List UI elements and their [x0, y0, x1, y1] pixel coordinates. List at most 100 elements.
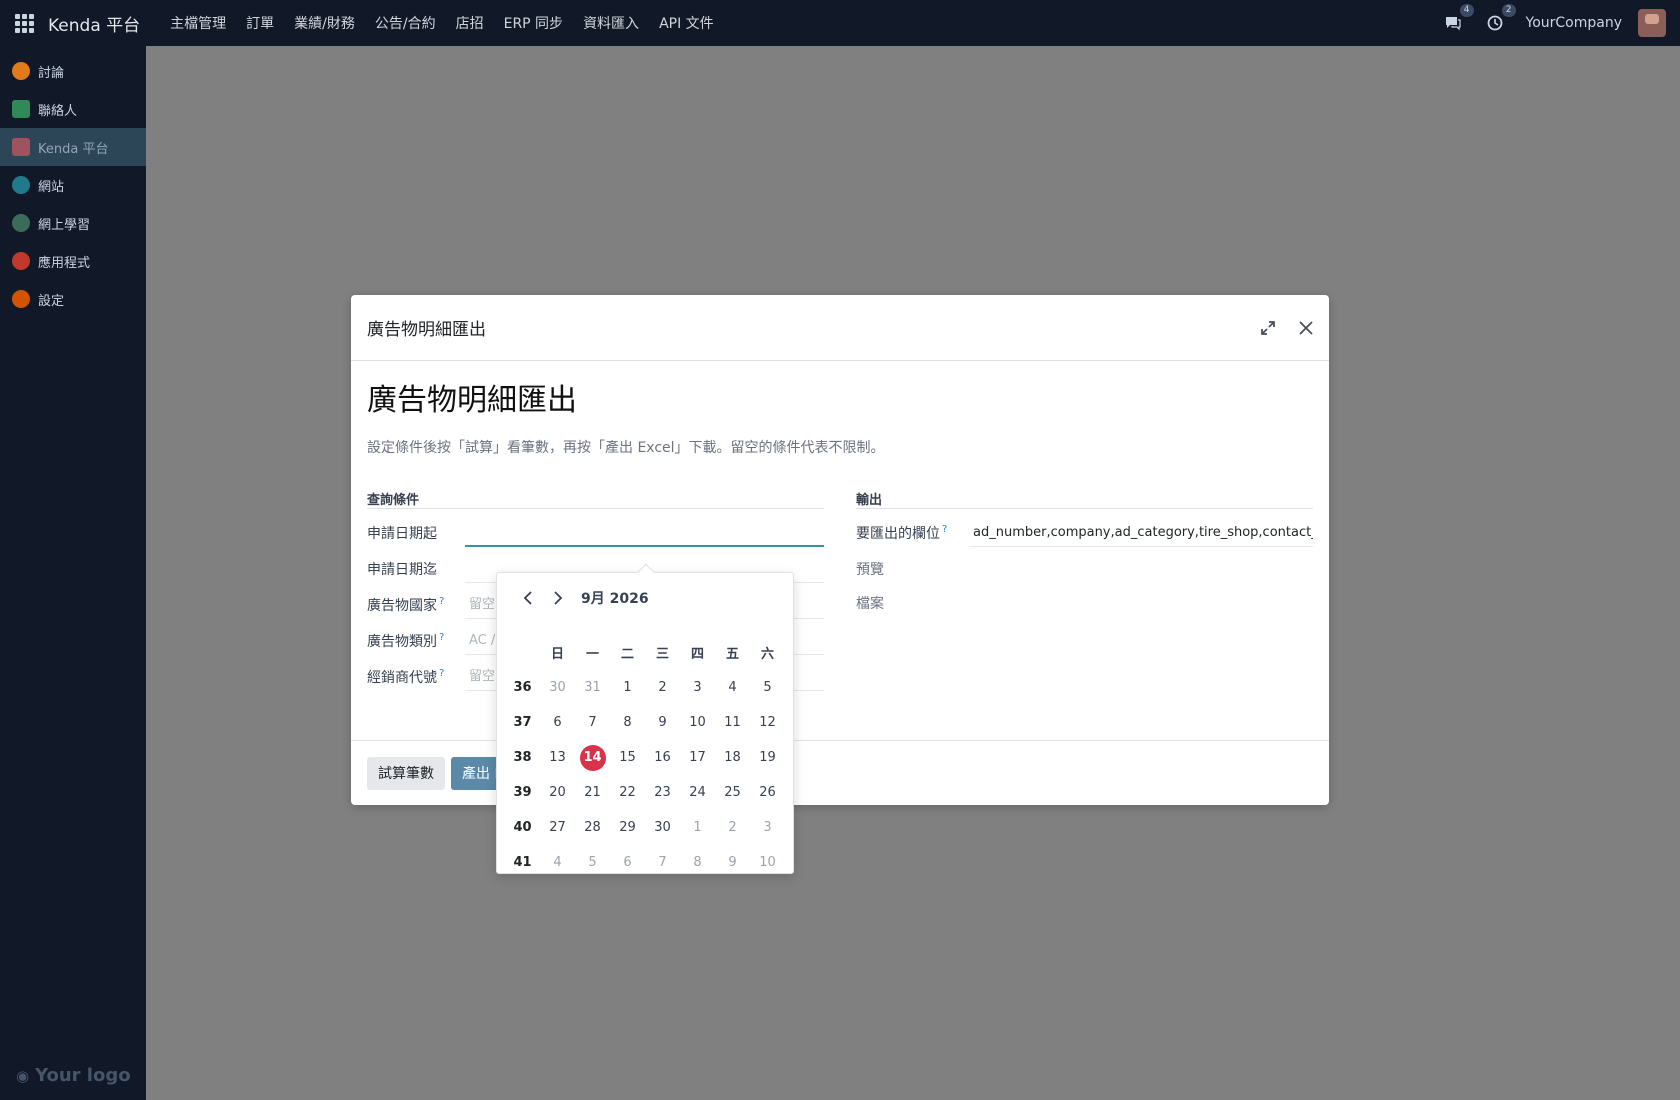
sidebar-item-contacts[interactable]: 聯絡人 — [0, 90, 146, 128]
calendar-day[interactable]: 9 — [645, 715, 680, 730]
output-group: 輸出 要匯出的欄位? ad_number,company,ad_category… — [856, 489, 1313, 612]
menu-item-data-import[interactable]: 資料匯入 — [573, 13, 649, 33]
close-icon[interactable] — [1295, 317, 1317, 339]
calendar-day[interactable]: 7 — [645, 855, 680, 870]
dialog-header: 廣告物明細匯出 — [351, 295, 1329, 361]
messages-count-badge: 4 — [1459, 4, 1474, 17]
calendar-day[interactable]: 30 — [540, 680, 575, 695]
messages-icon[interactable]: 4 — [1442, 4, 1474, 34]
menu-item-signboard[interactable]: 店招 — [446, 13, 494, 33]
calendar-day[interactable]: 13 — [540, 750, 575, 765]
calendar-day[interactable]: 4 — [540, 855, 575, 870]
week-number: 38 — [513, 750, 532, 765]
calendar-day[interactable]: 4 — [715, 680, 750, 695]
calendar-day[interactable]: 21 — [575, 785, 610, 800]
month-year-label[interactable]: 9月 2026 — [581, 588, 649, 608]
sidebar-item-elearning[interactable]: 網上學習 — [0, 204, 146, 242]
group-title: 輸出 — [856, 489, 1313, 509]
calendar-day[interactable]: 10 — [750, 855, 785, 870]
calendar-day[interactable]: 27 — [540, 820, 575, 835]
calendar-day[interactable]: 19 — [750, 750, 785, 765]
sidebar-item-apps[interactable]: 應用程式 — [0, 242, 146, 280]
day-number: 28 — [584, 820, 601, 835]
menu-item-api-docs[interactable]: API 文件 — [649, 13, 724, 33]
sidebar-item-website[interactable]: 網站 — [0, 166, 146, 204]
calendar-day[interactable]: 6 — [610, 855, 645, 870]
day-number: 21 — [584, 785, 601, 800]
day-number: 16 — [654, 750, 671, 765]
calendar-week-row: 39 20 21 22 23 24 25 26 — [505, 775, 785, 810]
help-tooltip-icon[interactable]: ? — [942, 524, 947, 535]
calendar-day[interactable]: 3 — [750, 820, 785, 835]
menu-item-announcements[interactable]: 公告/合約 — [365, 13, 446, 33]
calendar-day[interactable]: 28 — [575, 820, 610, 835]
menu-item-orders[interactable]: 訂單 — [236, 13, 284, 33]
activity-icon[interactable]: 2 — [1484, 4, 1516, 34]
calendar-day[interactable]: 25 — [715, 785, 750, 800]
calendar-day[interactable]: 8 — [680, 855, 715, 870]
calendar-day[interactable]: 16 — [645, 750, 680, 765]
calendar-day[interactable]: 3 — [680, 680, 715, 695]
calendar-day[interactable]: 2 — [715, 820, 750, 835]
calendar-day[interactable]: 7 — [575, 715, 610, 730]
apps-menu-icon[interactable] — [0, 0, 48, 46]
brand-title[interactable]: Kenda 平台 — [48, 11, 140, 36]
day-number: 2 — [728, 820, 737, 835]
day-number: 27 — [549, 820, 566, 835]
export-fields-input[interactable]: ad_number,company,ad_category,tire_shop,… — [969, 519, 1313, 547]
day-number: 5 — [763, 680, 772, 695]
help-tooltip-icon[interactable]: ? — [439, 596, 444, 607]
calendar-day[interactable]: 20 — [540, 785, 575, 800]
calendar-day[interactable]: 23 — [645, 785, 680, 800]
sidebar-item-discuss[interactable]: 討論 — [0, 52, 146, 90]
calendar-day[interactable]: 30 — [645, 820, 680, 835]
calendar-day[interactable]: 8 — [610, 715, 645, 730]
calendar-day[interactable]: 2 — [645, 680, 680, 695]
calendar-day[interactable]: 1 — [610, 680, 645, 695]
menu-item-master-data[interactable]: 主檔管理 — [160, 13, 236, 33]
calendar-day-today[interactable]: 14 — [575, 744, 610, 771]
day-number: 20 — [549, 785, 566, 800]
top-navbar: Kenda 平台 主檔管理 訂單 業績/財務 公告/合約 店招 ERP 同步 資… — [0, 0, 1680, 46]
calendar-day[interactable]: 15 — [610, 750, 645, 765]
day-number: 17 — [689, 750, 706, 765]
day-number: 3 — [693, 680, 702, 695]
estimate-count-button[interactable]: 試算筆數 — [367, 756, 445, 790]
contacts-app-icon — [12, 100, 30, 118]
day-number: 10 — [689, 715, 706, 730]
calendar-day[interactable]: 18 — [715, 750, 750, 765]
day-number: 25 — [724, 785, 741, 800]
camera-icon: ◉ — [16, 1066, 30, 1085]
calendar-day[interactable]: 24 — [680, 785, 715, 800]
date-from-input[interactable] — [465, 519, 824, 547]
calendar-day[interactable]: 5 — [575, 855, 610, 870]
calendar-day[interactable]: 31 — [575, 680, 610, 695]
calendar-day[interactable]: 29 — [610, 820, 645, 835]
sidebar-item-kenda-platform[interactable]: Kenda 平台 — [0, 128, 146, 166]
previous-month-icon[interactable] — [513, 583, 543, 613]
user-avatar[interactable] — [1638, 9, 1666, 37]
sidebar-item-settings[interactable]: 設定 — [0, 280, 146, 318]
help-tooltip-icon[interactable]: ? — [439, 632, 444, 643]
field-label: 申請日期起 — [367, 526, 437, 542]
calendar-day[interactable]: 22 — [610, 785, 645, 800]
calendar-day[interactable]: 9 — [715, 855, 750, 870]
clock-icon — [1487, 15, 1502, 31]
calendar-day[interactable]: 26 — [750, 785, 785, 800]
calendar-day[interactable]: 6 — [540, 715, 575, 730]
help-tooltip-icon[interactable]: ? — [439, 668, 444, 679]
expand-icon[interactable] — [1257, 317, 1279, 339]
company-switcher[interactable]: YourCompany — [1526, 15, 1623, 31]
calendar-day[interactable]: 11 — [715, 715, 750, 730]
calendar-day[interactable]: 12 — [750, 715, 785, 730]
form-description: 設定條件後按「試算」看筆數，再按「產出 Excel」下載。留空的條件代表不限制。 — [367, 440, 885, 456]
website-app-icon — [12, 176, 30, 194]
menu-item-erp-sync[interactable]: ERP 同步 — [494, 13, 573, 33]
next-month-icon[interactable] — [543, 583, 573, 613]
calendar-day[interactable]: 10 — [680, 715, 715, 730]
calendar-day[interactable]: 17 — [680, 750, 715, 765]
calendar-day[interactable]: 1 — [680, 820, 715, 835]
calendar-day[interactable]: 5 — [750, 680, 785, 695]
menu-item-performance-finance[interactable]: 業績/財務 — [284, 13, 365, 33]
preview-field: 預覽 — [856, 555, 1313, 583]
